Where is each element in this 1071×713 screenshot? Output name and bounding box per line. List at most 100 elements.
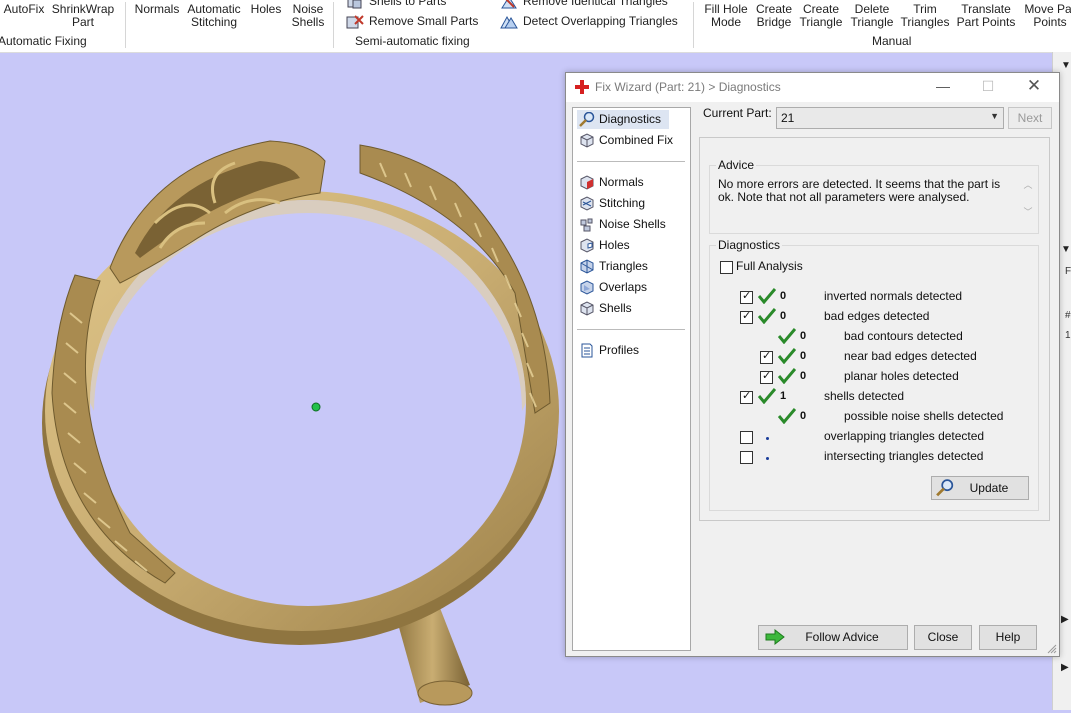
- dialog-titlebar[interactable]: Fix Wizard (Part: 21) > Diagnostics — ☐ …: [566, 73, 1059, 102]
- nav-separator: [577, 161, 685, 162]
- check-mark-icon: [778, 368, 796, 384]
- panel-fragment-text: #: [1065, 310, 1071, 321]
- panel-arrow-icon[interactable]: ▶: [1061, 662, 1069, 673]
- nav-item-profiles[interactable]: Profiles: [577, 341, 647, 360]
- pending-dot-icon: [766, 437, 769, 440]
- check-mark-icon: [758, 308, 776, 324]
- update-button[interactable]: Update: [931, 476, 1029, 500]
- automatic-stitching-button[interactable]: Automatic Stitching: [185, 3, 243, 29]
- move-part-points-button[interactable]: Move Par Points: [1022, 3, 1071, 29]
- fill-hole-mode-button[interactable]: Fill Hole Mode: [702, 3, 750, 29]
- row-count: 1: [780, 390, 787, 402]
- nav-item-normals[interactable]: Normals: [577, 173, 652, 192]
- trim-triangles-label-line2: Triangles: [900, 15, 950, 29]
- advice-text: No more errors are detected. It seems th…: [718, 177, 1001, 204]
- normals-button[interactable]: Normals: [133, 3, 181, 16]
- autofix-button[interactable]: AutoFix: [0, 3, 48, 16]
- shrinkwrap-part-button[interactable]: ShrinkWrap Part: [50, 3, 116, 29]
- detect-overlapping-triangles-button[interactable]: Detect Overlapping Triangles: [500, 14, 678, 29]
- create-bridge-button[interactable]: Create Bridge: [752, 3, 796, 29]
- triangles-icon: [580, 259, 594, 274]
- row-label: overlapping triangles detected: [824, 429, 985, 443]
- noise-shells-icon: [580, 218, 593, 232]
- ribbon-toolbar: AutoFix ShrinkWrap Part Automatic Fixing…: [0, 0, 1071, 53]
- chevron-down-icon: ▼: [990, 111, 999, 121]
- row-label: bad edges detected: [824, 309, 930, 323]
- panel-arrow-icon[interactable]: ▼: [1061, 244, 1071, 255]
- close-button[interactable]: Close: [914, 625, 972, 650]
- nav-item-noise-shells[interactable]: Noise Shells: [577, 215, 674, 234]
- red-cross-icon: [575, 80, 589, 94]
- nav-item-label: Profiles: [599, 343, 640, 357]
- nav-item-shells[interactable]: Shells: [577, 299, 640, 318]
- panel-arrow-icon[interactable]: ▶: [1061, 614, 1069, 625]
- shells-to-parts-button[interactable]: Shells to Parts: [346, 0, 446, 9]
- nav-item-triangles[interactable]: Triangles: [577, 257, 656, 276]
- help-button[interactable]: Help: [979, 625, 1037, 650]
- remove-small-parts-button[interactable]: Remove Small Parts: [346, 14, 478, 29]
- nav-item-stitching[interactable]: Stitching: [577, 194, 653, 213]
- row-checkbox[interactable]: [760, 369, 773, 384]
- row-checkbox[interactable]: [760, 349, 773, 364]
- nav-item-label: Normals: [599, 175, 644, 189]
- full-analysis-checkbox[interactable]: [720, 261, 733, 274]
- diagnostics-group: Diagnostics Full Analysis 0 inverted nor…: [709, 238, 1039, 511]
- follow-advice-button[interactable]: Follow Advice: [758, 625, 908, 650]
- check-mark-icon: [778, 408, 796, 424]
- minimize-button[interactable]: —: [932, 78, 954, 94]
- document-icon: [581, 343, 593, 358]
- row-checkbox[interactable]: [740, 451, 753, 464]
- detect-overlapping-triangles-icon: [500, 15, 518, 29]
- delete-triangle-label-line2: Triangle: [850, 15, 894, 29]
- advice-scrollbar[interactable]: ︿ ﹀: [1021, 178, 1035, 222]
- group-separator: [125, 2, 126, 48]
- translate-label-line2: Part Points: [956, 15, 1016, 29]
- row-label: planar holes detected: [844, 369, 959, 383]
- scroll-up-icon[interactable]: ︿: [1021, 178, 1035, 191]
- cube-icon: [580, 133, 594, 148]
- follow-advice-label: Follow Advice: [805, 630, 879, 644]
- close-window-button[interactable]: ✕: [1023, 76, 1045, 96]
- current-part-label: Current Part:: [703, 106, 772, 120]
- row-count: 0: [780, 310, 787, 322]
- shells-icon: [580, 301, 594, 316]
- nav-item-overlaps[interactable]: Overlaps: [577, 278, 655, 297]
- maximize-button[interactable]: ☐: [977, 78, 999, 95]
- row-checkbox[interactable]: [740, 389, 753, 404]
- remove-identical-triangles-button[interactable]: Remove Identical Triangles: [500, 0, 668, 9]
- resize-grip-icon[interactable]: [1047, 644, 1057, 654]
- translate-part-points-button[interactable]: Translate Part Points: [955, 3, 1017, 29]
- advice-group: Advice No more errors are detected. It s…: [709, 158, 1039, 234]
- fix-wizard-dialog: Fix Wizard (Part: 21) > Diagnostics — ☐ …: [565, 72, 1060, 657]
- nav-item-holes[interactable]: Holes: [577, 236, 638, 255]
- noise-shells-button[interactable]: Noise Shells: [288, 3, 328, 29]
- holes-button-label: Holes: [250, 2, 282, 16]
- row-checkbox[interactable]: [740, 309, 753, 324]
- nav-separator: [577, 329, 685, 330]
- nav-item-label: Triangles: [599, 259, 648, 273]
- nav-item-combined-fix[interactable]: Combined Fix: [577, 131, 681, 150]
- wizard-nav-pane: Diagnostics Combined Fix Normals Stitchi…: [572, 107, 691, 651]
- create-triangle-button[interactable]: Create Triangle: [798, 3, 844, 29]
- row-checkbox[interactable]: [740, 431, 753, 444]
- nav-item-diagnostics[interactable]: Diagnostics: [577, 110, 670, 129]
- row-label: shells detected: [824, 389, 905, 403]
- panel-arrow-icon[interactable]: ▼: [1061, 60, 1071, 71]
- delete-triangle-button[interactable]: Delete Triangle: [848, 3, 896, 29]
- trim-triangles-button[interactable]: Trim Triangles: [900, 3, 950, 29]
- holes-button[interactable]: Holes: [248, 3, 284, 16]
- panel-fragment-text: F: [1065, 266, 1071, 277]
- create-triangle-label-line2: Triangle: [799, 15, 843, 29]
- remove-small-parts-label: Remove Small Parts: [369, 14, 479, 28]
- next-button[interactable]: Next: [1008, 107, 1052, 129]
- remove-identical-triangles-icon: [501, 0, 517, 9]
- center-marker-dot[interactable]: [311, 402, 321, 412]
- panel-fragment-text: 1: [1065, 330, 1071, 341]
- row-checkbox[interactable]: [740, 289, 753, 304]
- current-part-value: 21: [781, 111, 795, 125]
- row-label: near bad edges detected: [844, 349, 977, 363]
- current-part-select[interactable]: 21 ▼: [776, 107, 1004, 129]
- row-label: possible noise shells detected: [844, 409, 1004, 423]
- scroll-down-icon[interactable]: ﹀: [1021, 205, 1035, 218]
- fill-hole-label-line2: Mode: [710, 15, 742, 29]
